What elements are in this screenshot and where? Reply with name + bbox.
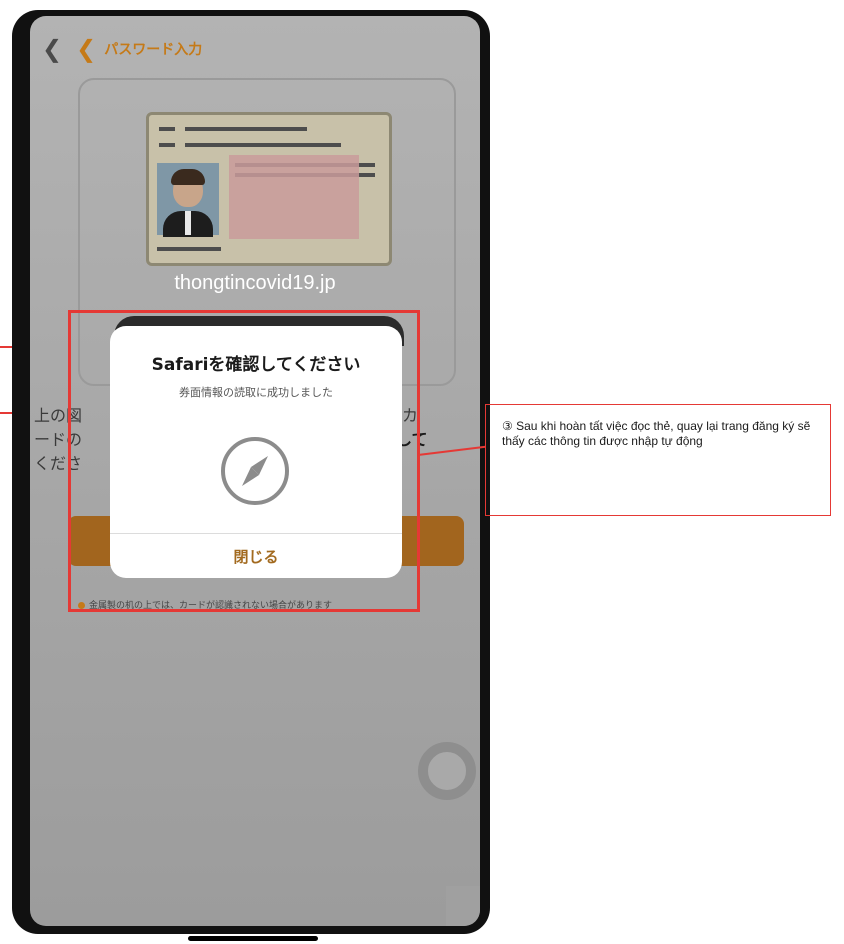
id-card-illustration (146, 112, 392, 266)
domain-label: thongtincovid19.jp (174, 272, 336, 294)
assistive-touch-button[interactable] (418, 742, 476, 800)
card-redacted-area (229, 155, 359, 239)
home-indicator (188, 936, 318, 941)
corner-badge (446, 886, 480, 926)
callout-text: ③ Sau khi hoàn tất việc đọc thẻ, quay lạ… (502, 419, 811, 448)
highlight-box (68, 310, 420, 612)
nav-bar: ❮ ❮ パスワード入力 (42, 34, 202, 64)
chevron-left-icon[interactable]: ❮ (42, 35, 62, 63)
page-title: パスワード入力 (104, 42, 203, 58)
back-chevron-icon[interactable]: ❮ (76, 35, 96, 63)
callout-box: ③ Sau khi hoàn tất việc đọc thẻ, quay lạ… (485, 404, 831, 516)
